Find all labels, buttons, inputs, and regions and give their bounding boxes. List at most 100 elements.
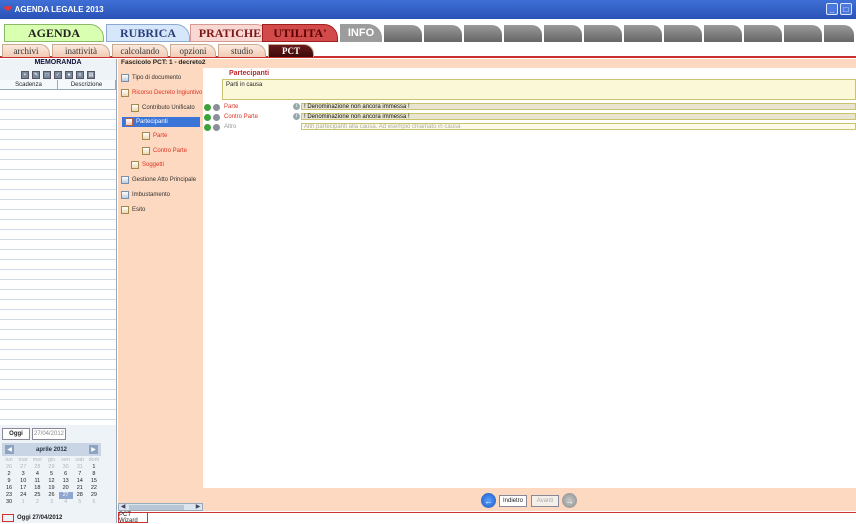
calendar-day[interactable]: 31 bbox=[73, 464, 87, 471]
subtab-pct[interactable]: PCT bbox=[268, 44, 314, 57]
sidebar-scrollbar[interactable]: ◀ ▶ bbox=[118, 503, 203, 511]
prev-month-icon[interactable]: ◀ bbox=[5, 445, 14, 454]
subtab-archivi[interactable]: archivi bbox=[2, 44, 50, 57]
tab-info[interactable]: INFO bbox=[340, 24, 382, 42]
tab-rubrica[interactable]: RUBRICA bbox=[106, 24, 190, 42]
tab-utilita[interactable]: UTILITA' bbox=[262, 24, 338, 42]
calendar-day[interactable]: 29 bbox=[87, 492, 101, 499]
calendar-day[interactable]: 28 bbox=[73, 492, 87, 499]
nav-parte[interactable]: Parte bbox=[142, 132, 167, 140]
calendar-day[interactable]: 12 bbox=[44, 478, 58, 485]
calendar-day[interactable]: 29 bbox=[44, 464, 58, 471]
calendar-day[interactable]: 2 bbox=[2, 471, 16, 478]
remove-icon[interactable] bbox=[213, 103, 220, 111]
calendar-day[interactable]: 10 bbox=[16, 478, 30, 485]
scroll-thumb[interactable] bbox=[129, 505, 184, 510]
nav-imbustamento[interactable]: Imbustamento bbox=[121, 191, 170, 199]
calendar-day[interactable]: 11 bbox=[30, 478, 44, 485]
calendar-day[interactable]: 2 bbox=[30, 499, 44, 506]
scroll-left-icon[interactable]: ◀ bbox=[119, 504, 127, 510]
new-note-icon[interactable]: + bbox=[21, 70, 29, 79]
info-icon[interactable]: i bbox=[293, 103, 300, 110]
calendar-day[interactable]: 20 bbox=[59, 485, 73, 492]
calendar-day[interactable]: 14 bbox=[73, 478, 87, 485]
calendar-today[interactable]: Oggi 27/04/2012 bbox=[2, 513, 62, 523]
info-icon[interactable]: i bbox=[293, 113, 300, 120]
nav-esito[interactable]: Esito bbox=[121, 206, 145, 214]
tab-pct-wizard[interactable]: PCT Wizard bbox=[118, 512, 148, 524]
calendar-day[interactable]: 26 bbox=[2, 464, 16, 471]
minimize-button[interactable]: _ bbox=[826, 3, 838, 15]
next-month-icon[interactable]: ▶ bbox=[89, 445, 98, 454]
nav-soggetti[interactable]: Soggetti bbox=[131, 161, 164, 169]
today-date-field[interactable]: 27/04/2012 bbox=[32, 428, 66, 440]
subtab-calcolando[interactable]: calcolando bbox=[112, 44, 168, 57]
list-icon[interactable]: ≡ bbox=[76, 70, 84, 79]
subtab-studio[interactable]: studio bbox=[218, 44, 266, 57]
calendar-day[interactable]: 9 bbox=[2, 478, 16, 485]
calendar-day[interactable]: 25 bbox=[30, 492, 44, 499]
restore-button[interactable]: □ bbox=[840, 3, 852, 15]
calendar-day[interactable]: 16 bbox=[2, 485, 16, 492]
parte-field[interactable]: ! Denominazione non ancora immessa ! bbox=[301, 103, 856, 110]
calendar-day[interactable]: 22 bbox=[87, 485, 101, 492]
calendar-day[interactable]: 7 bbox=[73, 471, 87, 478]
column-descrizione[interactable]: Descrizione bbox=[58, 80, 116, 89]
calendar-day[interactable]: 4 bbox=[30, 471, 44, 478]
folder-icon[interactable]: □ bbox=[43, 70, 51, 79]
tab-pratiche[interactable]: PRATICHE bbox=[190, 24, 270, 42]
nav-partecipanti[interactable]: Partecipanti bbox=[122, 117, 200, 127]
calendar-day[interactable]: 15 bbox=[87, 478, 101, 485]
today-button[interactable]: Oggi bbox=[2, 428, 30, 440]
calendar-day[interactable]: 3 bbox=[44, 499, 58, 506]
calendar-day[interactable]: 19 bbox=[44, 485, 58, 492]
nav-tipo-documento[interactable]: Tipo di documento bbox=[121, 74, 181, 82]
calendar-day[interactable]: 1 bbox=[16, 499, 30, 506]
remove-icon[interactable] bbox=[213, 123, 220, 131]
calendar-day[interactable]: 5 bbox=[73, 499, 87, 506]
nav-gestione-atto[interactable]: Gestione Atto Principale bbox=[121, 176, 196, 184]
calendar-day[interactable]: 24 bbox=[16, 492, 30, 499]
calendar-day[interactable]: 27 bbox=[16, 464, 30, 471]
check-icon[interactable]: ✓ bbox=[54, 70, 62, 79]
calendar-day[interactable]: 13 bbox=[59, 478, 73, 485]
calendar-day[interactable]: 4 bbox=[59, 499, 73, 506]
calendar-day[interactable]: 21 bbox=[73, 485, 87, 492]
scroll-right-icon[interactable]: ▶ bbox=[194, 504, 202, 510]
parti-description-field[interactable]: Parti in causa bbox=[222, 79, 856, 100]
nav-contributo-unificato[interactable]: Contributo Unificato bbox=[131, 104, 195, 112]
calendar-day[interactable]: 6 bbox=[59, 471, 73, 478]
calendar-day[interactable]: 5 bbox=[44, 471, 58, 478]
add-icon[interactable] bbox=[204, 123, 211, 131]
edit-icon[interactable]: ✎ bbox=[32, 70, 40, 79]
memoranda-list[interactable] bbox=[0, 90, 116, 425]
remove-icon[interactable] bbox=[213, 113, 220, 121]
print-icon[interactable]: ▤ bbox=[87, 70, 95, 79]
calendar-day[interactable]: 18 bbox=[30, 485, 44, 492]
calendar-day[interactable]: 23 bbox=[2, 492, 16, 499]
empty-tab bbox=[784, 25, 822, 42]
subtab-inattivita[interactable]: inattività bbox=[52, 44, 110, 57]
nav-ricorso-decreto[interactable]: Ricorso Decreto Ingiuntivo bbox=[121, 89, 202, 97]
calendar-day[interactable]: 27 bbox=[58, 492, 73, 499]
calendar-day[interactable]: 1 bbox=[87, 464, 101, 471]
calendar-day[interactable]: 17 bbox=[16, 485, 30, 492]
back-button[interactable]: ← Indietro bbox=[481, 493, 527, 508]
nav-contro-parte[interactable]: Contro Parte bbox=[142, 147, 187, 155]
next-button[interactable]: Avanti → bbox=[531, 493, 577, 508]
subtab-opzioni[interactable]: opzioni bbox=[170, 44, 216, 57]
altro-field[interactable]: Altri partecipanti alla causa. Ad esempi… bbox=[301, 123, 856, 130]
calendar-day[interactable]: 30 bbox=[2, 499, 16, 506]
note-icon[interactable]: ● bbox=[65, 70, 73, 79]
calendar-day[interactable]: 8 bbox=[87, 471, 101, 478]
calendar-day[interactable]: 6 bbox=[87, 499, 101, 506]
calendar-day[interactable]: 3 bbox=[16, 471, 30, 478]
contro-parte-field[interactable]: ! Denominazione non ancora immessa ! bbox=[301, 113, 856, 120]
column-scadenza[interactable]: Scadenza bbox=[0, 80, 58, 89]
calendar-day[interactable]: 28 bbox=[30, 464, 44, 471]
add-icon[interactable] bbox=[204, 103, 211, 111]
calendar-day[interactable]: 30 bbox=[59, 464, 73, 471]
calendar-day[interactable]: 26 bbox=[44, 492, 58, 499]
tab-agenda[interactable]: AGENDA bbox=[4, 24, 104, 42]
add-icon[interactable] bbox=[204, 113, 211, 121]
